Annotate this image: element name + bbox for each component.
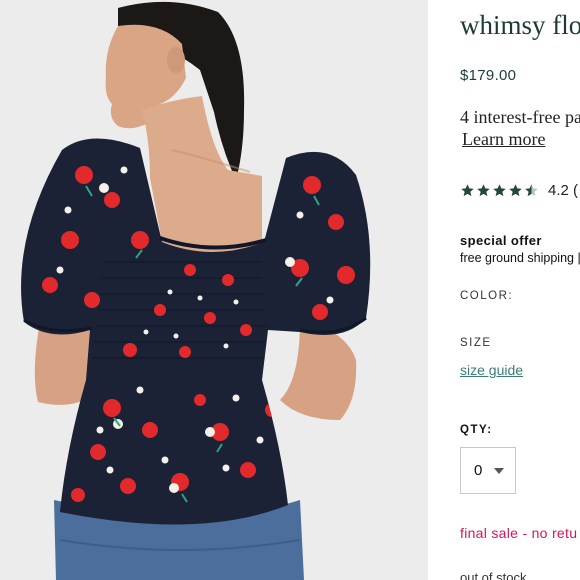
- star-half-icon: [525, 184, 538, 197]
- model-photo-illustration: [0, 0, 428, 580]
- color-label: COLOR:: [460, 290, 514, 302]
- rating-stars: [460, 183, 540, 198]
- product-info-panel: whimsy flo $179.00 4 interest-free pa Le…: [428, 0, 580, 580]
- stock-status: out of stock: [460, 570, 527, 580]
- qty-label: QTY:: [460, 424, 493, 436]
- star-icon: [493, 184, 506, 197]
- installments-text: 4 interest-free pa: [460, 107, 580, 127]
- size-label: SIZE: [460, 337, 492, 349]
- quantity-select[interactable]: 0: [460, 447, 516, 494]
- special-offer-heading: special offer: [460, 233, 542, 248]
- product-price: $179.00: [460, 67, 517, 84]
- learn-more-link[interactable]: Learn more: [462, 129, 545, 150]
- quantity-value: 0: [474, 462, 483, 479]
- final-sale-notice: final sale - no retu: [460, 525, 578, 541]
- product-photo[interactable]: [0, 0, 428, 580]
- star-icon: [509, 184, 522, 197]
- rating[interactable]: 4.2 (: [460, 182, 578, 199]
- size-guide-link[interactable]: size guide: [460, 362, 523, 378]
- rating-value: 4.2 (: [548, 182, 579, 199]
- caret-down-icon: [494, 467, 504, 474]
- star-icon: [461, 184, 474, 197]
- special-offer-text: free ground shipping |: [460, 251, 580, 265]
- product-title: whimsy flo: [460, 10, 580, 40]
- star-icon: [477, 184, 490, 197]
- special-offer-body: free ground shipping: [460, 251, 578, 265]
